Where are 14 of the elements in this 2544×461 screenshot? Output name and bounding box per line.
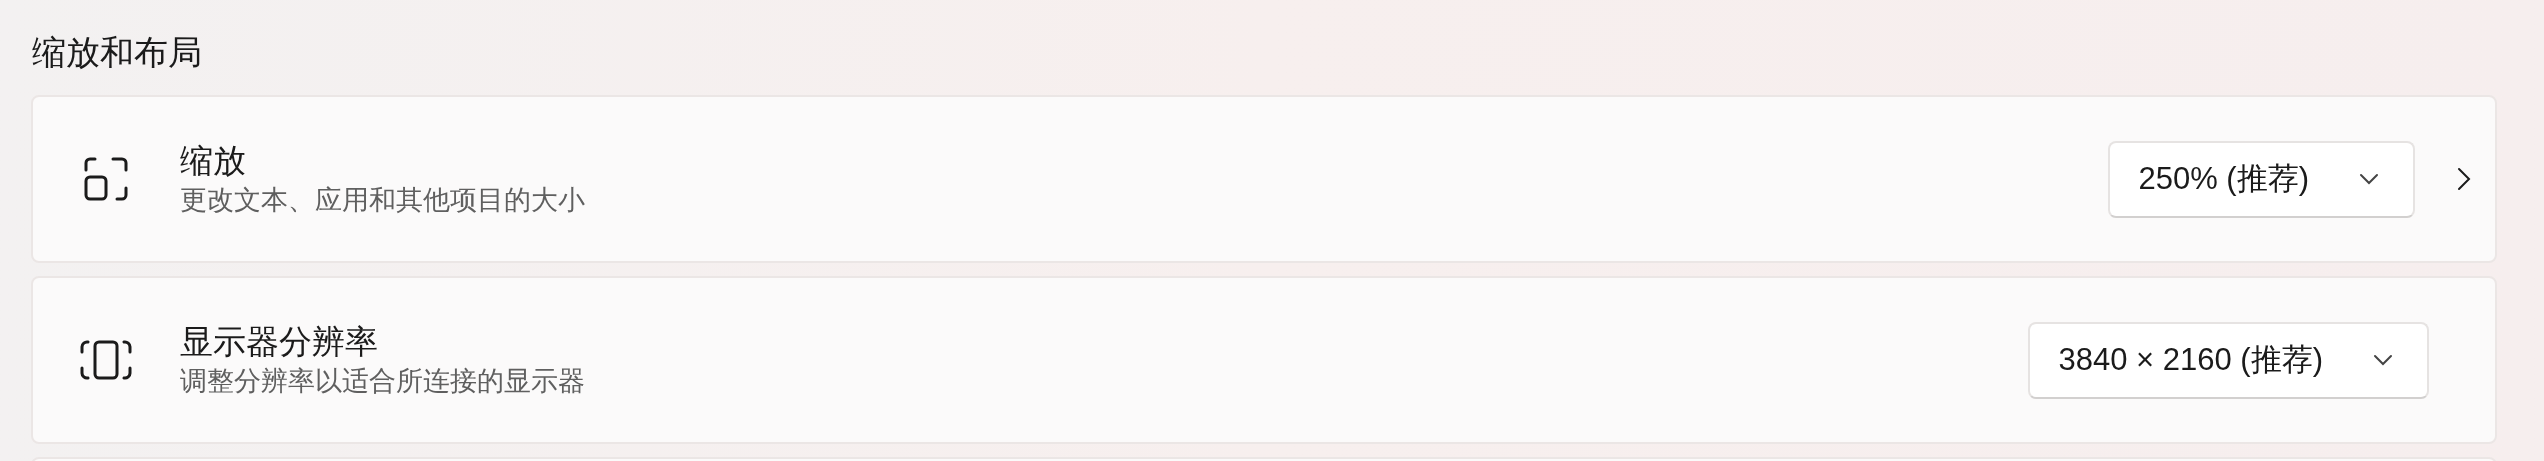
setting-title: 显示器分辨率 [180,322,378,362]
setting-description: 调整分辨率以适合所连接的显示器 [180,365,585,398]
chevron-down-icon [2359,173,2379,185]
chevron-down-icon [2373,354,2393,366]
scale-icon [83,156,129,202]
setting-description: 更改文本、应用和其他项目的大小 [180,184,585,217]
dropdown-value: 3840 × 2160 (推荐) [2058,340,2323,379]
chevron-right-icon[interactable] [2457,167,2471,191]
dropdown[interactable]: 250% (推荐) [2108,140,2415,218]
setting-title: 缩放 [180,141,246,181]
dropdown-value: 250% (推荐) [2138,159,2309,198]
resolution-icon [80,340,132,380]
dropdown[interactable]: 3840 × 2160 (推荐) [2028,321,2429,399]
section-title: 缩放和布局 [32,32,202,73]
